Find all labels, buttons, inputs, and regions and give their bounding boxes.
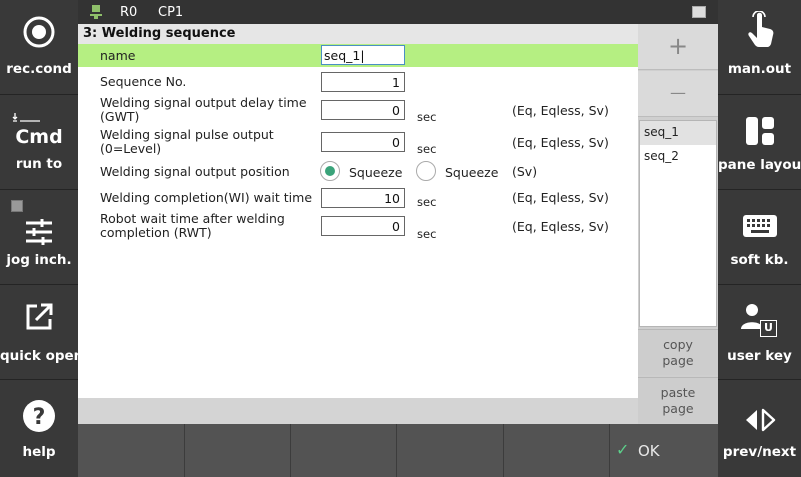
pulse-unit: sec: [417, 142, 437, 156]
svg-text:?: ?: [33, 405, 46, 430]
radio-selected-dot: [325, 166, 335, 176]
teach-pendant-screen: rec.cond Cmd run to jog inch. quick open…: [0, 0, 801, 477]
pulse-label: Welding signal pulse output (0=Level): [100, 127, 274, 156]
pulse-hint: (Eq, Eqless, Sv): [512, 135, 609, 150]
softkey-4[interactable]: [397, 424, 504, 477]
name-row: name seq_1|: [78, 44, 638, 67]
page-title: 3: Welding sequence: [78, 24, 638, 44]
prev-next-button[interactable]: prev/next: [718, 380, 801, 477]
rec-cond-button[interactable]: rec.cond: [0, 0, 78, 95]
bottom-softkey-bar: ✓ OK: [78, 424, 718, 477]
rec-cond-label: rec.cond: [6, 61, 72, 77]
sequence-no-field[interactable]: 1: [321, 72, 405, 92]
wi-label: Welding completion(WI) wait time: [100, 190, 313, 205]
output-position-row: Welding signal output position Squeeze S…: [78, 159, 638, 185]
cmd-run-to-button[interactable]: Cmd run to: [0, 95, 78, 190]
name-label: name: [100, 48, 136, 63]
squeeze-radio-2[interactable]: [416, 161, 436, 181]
user-key-badge: U: [760, 320, 777, 337]
squeeze-label-2: Squeeze: [445, 165, 499, 180]
check-icon: ✓: [616, 440, 630, 459]
pulse-field[interactable]: 0: [321, 132, 405, 152]
keyboard-icon: [718, 208, 801, 244]
rwt-row: Robot wait time after welding completion…: [78, 212, 638, 244]
robot-id: R0: [120, 5, 138, 20]
status-bar: R0 CP1: [78, 0, 718, 24]
softkey-2[interactable]: [185, 424, 291, 477]
touch-hand-icon: [718, 11, 801, 48]
ok-label: OK: [638, 442, 660, 460]
prev-next-label: prev/next: [722, 444, 797, 460]
softkey-1[interactable]: [78, 424, 185, 477]
help-button[interactable]: ? help: [0, 380, 78, 477]
right-toolbar: man.out pane layout soft kb. U user key: [718, 0, 801, 477]
help-label: help: [22, 444, 56, 460]
output-position-hint: (Sv): [512, 164, 538, 179]
squeeze-radio-1[interactable]: [320, 161, 340, 181]
quick-open-button[interactable]: quick open: [0, 285, 84, 380]
sequence-list: seq_1 seq_2: [639, 120, 717, 327]
paste-page-button[interactable]: paste page: [638, 377, 718, 423]
control-point: CP1: [158, 5, 184, 20]
record-icon: [0, 14, 78, 50]
gwt-row: Welding signal output delay time (GWT) 0…: [78, 95, 638, 125]
man-out-button[interactable]: man.out: [718, 0, 801, 95]
pane-layout-button[interactable]: pane layout: [718, 95, 801, 190]
open-external-icon: [0, 299, 78, 335]
rwt-hint: (Eq, Eqless, Sv): [512, 219, 609, 234]
copy-page-button[interactable]: copy page: [638, 329, 718, 375]
rwt-field[interactable]: 0: [321, 216, 405, 236]
soft-kb-button[interactable]: soft kb.: [718, 190, 801, 285]
sequence-no-label: Sequence No.: [100, 74, 187, 89]
gwt-label: Welding signal output delay time (GWT): [100, 95, 307, 124]
softkey-3[interactable]: [291, 424, 397, 477]
pane-layout-label: pane layout: [718, 157, 801, 173]
run-to-label: run to: [15, 156, 63, 172]
wi-hint: (Eq, Eqless, Sv): [512, 190, 609, 205]
wi-unit: sec: [417, 195, 437, 209]
cmd-icon-text: Cmd: [15, 126, 63, 148]
wi-field[interactable]: 10: [321, 188, 405, 208]
sequence-no-row: Sequence No. 1: [78, 70, 638, 94]
checkbox-icon: [11, 200, 23, 212]
user-key-label: user key: [727, 348, 792, 364]
gwt-hint: (Eq, Eqless, Sv): [512, 103, 609, 118]
rwt-label: Robot wait time after welding completion…: [100, 211, 285, 240]
welding-sequence-form: 3: Welding sequence name seq_1| Sequence…: [78, 24, 638, 424]
quick-open-label: quick open: [0, 348, 84, 364]
pulse-row: Welding signal pulse output (0=Level) 0 …: [78, 127, 638, 157]
help-icon: ?: [0, 398, 78, 434]
softkey-5[interactable]: [504, 424, 610, 477]
prev-next-icon: [718, 402, 801, 438]
sliders-icon: [0, 214, 78, 250]
form-bottom-strip: [78, 398, 638, 424]
rwt-unit: sec: [417, 227, 437, 241]
gwt-field[interactable]: 0: [321, 100, 405, 120]
man-out-label: man.out: [727, 61, 792, 77]
add-sequence-button[interactable]: +: [638, 24, 718, 70]
jog-inch-label: jog inch.: [6, 252, 72, 268]
remove-sequence-button[interactable]: —: [638, 71, 718, 117]
user-key-icon: U: [740, 303, 780, 339]
wi-row: Welding completion(WI) wait time 10 sec …: [78, 186, 638, 212]
jog-inch-button[interactable]: jog inch.: [0, 190, 78, 285]
soft-kb-label: soft kb.: [730, 252, 789, 268]
output-position-label: Welding signal output position: [100, 164, 290, 179]
sequence-panel: + — seq_1 seq_2 copy page paste page: [638, 24, 718, 424]
layout-icon: [718, 113, 801, 149]
robot-status-icon: [89, 4, 103, 24]
name-field[interactable]: seq_1|: [321, 45, 405, 65]
list-item[interactable]: seq_1: [640, 121, 716, 145]
ok-button[interactable]: ✓ OK: [610, 424, 718, 477]
gwt-unit: sec: [417, 110, 437, 124]
squeeze-label-1: Squeeze: [349, 165, 403, 180]
battery-icon: [692, 6, 706, 18]
left-toolbar: rec.cond Cmd run to jog inch. quick open…: [0, 0, 84, 477]
user-key-button[interactable]: U user key: [718, 285, 801, 380]
list-item[interactable]: seq_2: [640, 145, 716, 169]
